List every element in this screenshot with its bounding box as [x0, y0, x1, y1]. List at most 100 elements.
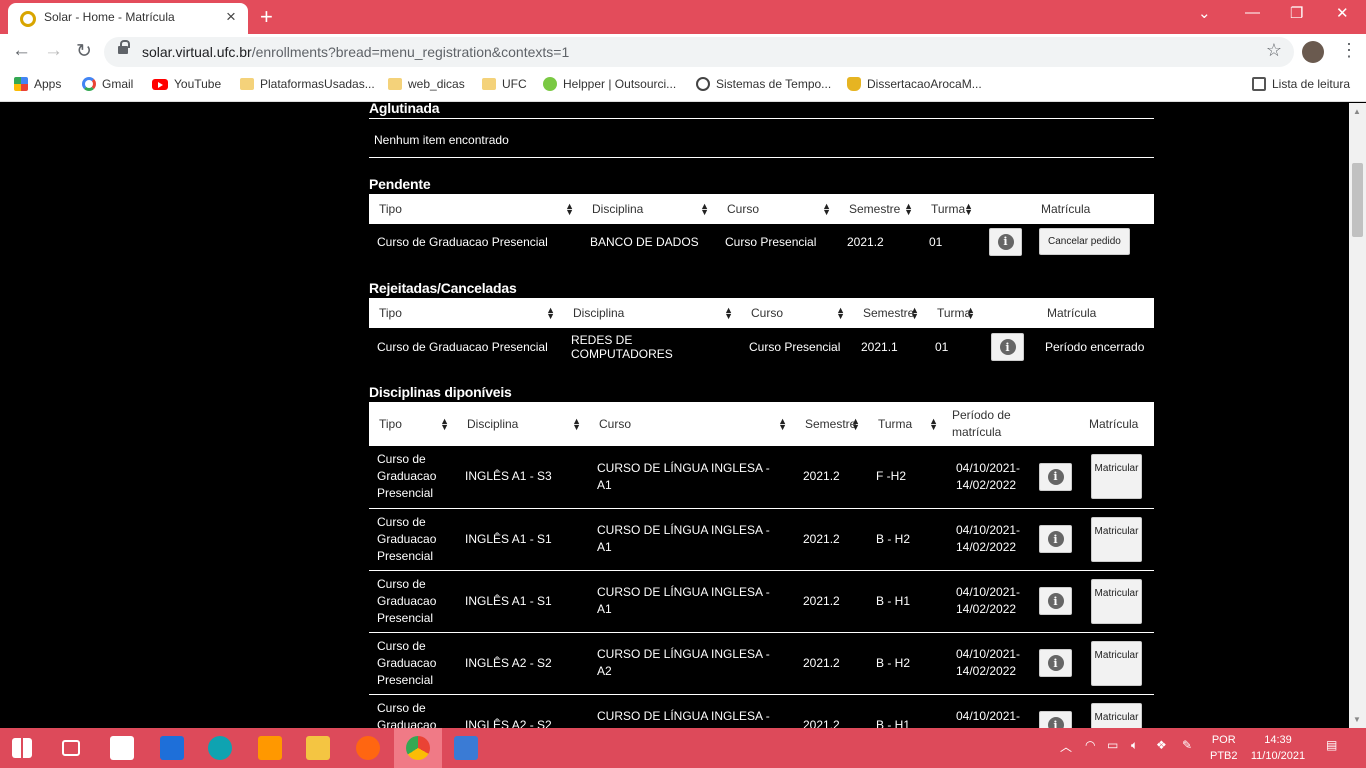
cancel-request-button[interactable]: Cancelar pedido: [1039, 228, 1130, 255]
info-button[interactable]: i: [1039, 649, 1072, 677]
sort-icon[interactable]: ▲ ▼: [904, 202, 913, 217]
bookmark-apps[interactable]: Apps: [14, 77, 61, 91]
browser-tab[interactable]: Solar - Home - Matrícula ×: [8, 3, 248, 34]
info-button[interactable]: i: [1039, 525, 1072, 553]
dropbox-icon[interactable]: ❖: [1156, 738, 1167, 752]
col-header-curso[interactable]: Curso ▲ ▼: [717, 194, 839, 224]
cell-curso: CURSO DE LÍNGUA INGLESA - A1: [597, 460, 770, 492]
table-header-row: Tipo ▲ ▼ Disciplina ▲ ▼ Curso ▲ ▼ Semestre ▲ ▼ T…: [369, 298, 1154, 328]
firefox-icon[interactable]: [356, 736, 380, 760]
table-row: Curso de Graduacao Presencial INGLÊS A1 -…: [369, 446, 1154, 508]
address-bar[interactable]: solar.virtual.ufc.br/enrollments?bread=m…: [104, 37, 1294, 67]
restore-icon[interactable]: ❐: [1290, 4, 1303, 22]
back-icon[interactable]: ←: [12, 40, 31, 62]
sublime-icon[interactable]: [258, 736, 282, 760]
info-button[interactable]: i: [1039, 462, 1072, 491]
col-header-semestre[interactable]: Semestre ▲ ▼: [853, 298, 927, 328]
sort-icon[interactable]: ▲ ▼: [851, 417, 860, 432]
notifications-icon[interactable]: ▤: [1326, 738, 1337, 752]
col-header-turma[interactable]: Turma ▲ ▼: [921, 194, 981, 224]
tab-search-icon[interactable]: ⌄: [1198, 4, 1211, 22]
col-header-semestre[interactable]: Semestre ▲ ▼: [839, 194, 921, 224]
bookmark-web-dicas[interactable]: web_dicas: [388, 77, 465, 91]
mail-icon[interactable]: [160, 736, 184, 760]
battery-icon[interactable]: ▭: [1107, 738, 1118, 752]
scroll-thumb[interactable]: [1352, 163, 1363, 237]
forward-icon[interactable]: →: [44, 40, 63, 62]
bookmark-dissertacao[interactable]: DissertacaoArocaM...: [847, 77, 982, 91]
bookmark-gmail[interactable]: Gmail: [82, 77, 133, 91]
new-tab-icon[interactable]: +: [260, 4, 273, 30]
sort-icon[interactable]: ▲ ▼: [836, 306, 845, 321]
apps-grid-icon: [14, 77, 28, 91]
sort-icon[interactable]: ▲ ▼: [822, 202, 831, 217]
network-icon[interactable]: ◠: [1085, 738, 1095, 752]
col-header-tipo[interactable]: Tipo ▲ ▼: [369, 298, 563, 328]
sort-icon[interactable]: ▲ ▼: [929, 417, 938, 432]
sort-icon[interactable]: ▲ ▼: [546, 306, 555, 321]
scroll-up-icon[interactable]: ▲: [1353, 107, 1361, 116]
url-text[interactable]: solar.virtual.ufc.br/enrollments?bread=m…: [142, 44, 569, 60]
minimize-icon[interactable]: —: [1245, 4, 1260, 21]
scroll-down-icon[interactable]: ▼: [1353, 715, 1361, 724]
profile-avatar[interactable]: [1302, 41, 1324, 63]
bookmark-star-icon[interactable]: ☆: [1266, 40, 1282, 61]
col-header-disciplina[interactable]: Disciplina ▲ ▼: [563, 298, 741, 328]
col-header-curso[interactable]: Curso ▲ ▼: [741, 298, 853, 328]
clock[interactable]: 14:39 11/10/2021: [1248, 732, 1308, 764]
volume-icon[interactable]: 🔈︎: [1131, 738, 1138, 753]
info-icon: i: [1047, 468, 1064, 485]
enroll-button[interactable]: Matricular: [1091, 454, 1142, 500]
info-button[interactable]: i: [1039, 587, 1072, 615]
col-header-disciplina[interactable]: Disciplina ▲ ▼: [582, 194, 717, 224]
menu-dots-icon[interactable]: ⋮: [1340, 40, 1358, 61]
bookmark-ufc[interactable]: UFC: [482, 77, 527, 91]
col-header-turma[interactable]: Turma ▲ ▼: [868, 402, 946, 446]
empty-message: Nenhum item encontrado: [374, 133, 509, 147]
windows-start-icon[interactable]: [12, 738, 32, 758]
info-button[interactable]: i: [991, 333, 1024, 361]
info-button[interactable]: i: [989, 227, 1022, 256]
col-header-semestre[interactable]: Semestre ▲ ▼: [795, 402, 868, 446]
sort-icon[interactable]: ▲ ▼: [440, 417, 449, 432]
col-header-disciplina[interactable]: Disciplina ▲ ▼: [457, 402, 589, 446]
sort-icon[interactable]: ▲ ▼: [572, 417, 581, 432]
col-header-turma[interactable]: Turma ▲ ▼: [927, 298, 983, 328]
reading-list[interactable]: Lista de leitura: [1252, 77, 1350, 91]
file-explorer-icon[interactable]: [306, 736, 330, 760]
col-header-curso[interactable]: Curso ▲ ▼: [589, 402, 795, 446]
enroll-button[interactable]: Matricular: [1091, 702, 1142, 728]
info-button[interactable]: i: [1039, 711, 1072, 728]
pen-icon[interactable]: ✎: [1182, 738, 1192, 752]
close-tab-icon[interactable]: ×: [226, 7, 236, 27]
bookmark-sistemas[interactable]: Sistemas de Tempo...: [696, 77, 831, 91]
bookmark-plataformas[interactable]: PlataformasUsadas...: [240, 77, 375, 91]
page-scrollbar[interactable]: ▲ ▼: [1349, 103, 1366, 728]
cell-curso: CURSO DE LÍNGUA INGLESA - A1: [597, 585, 770, 616]
col-header-tipo[interactable]: Tipo ▲ ▼: [369, 194, 582, 224]
reload-icon[interactable]: ↻: [76, 40, 92, 63]
window-close-icon[interactable]: ✕: [1336, 4, 1349, 22]
edge-icon[interactable]: [208, 736, 232, 760]
bookmark-youtube[interactable]: YouTube: [152, 77, 221, 91]
sort-icon[interactable]: ▲ ▼: [966, 306, 975, 321]
chrome-icon[interactable]: [406, 736, 430, 760]
photos-icon[interactable]: [454, 736, 478, 760]
sort-icon[interactable]: ▲ ▼: [778, 417, 787, 432]
enroll-button[interactable]: Matricular: [1091, 516, 1142, 562]
enroll-button[interactable]: Matricular: [1091, 640, 1142, 686]
chevron-up-icon[interactable]: ︿: [1060, 738, 1072, 755]
store-icon[interactable]: [110, 736, 134, 760]
page-content: Aglutinada Nenhum item encontrado Penden…: [0, 103, 1366, 728]
sort-icon[interactable]: ▲ ▼: [910, 306, 919, 321]
language-indicator[interactable]: POR PTB2: [1210, 732, 1238, 764]
lock-icon[interactable]: [118, 40, 130, 56]
sort-icon[interactable]: ▲ ▼: [964, 202, 973, 217]
bookmark-helpper[interactable]: Helpper | Outsourci...: [543, 77, 676, 91]
sort-icon[interactable]: ▲ ▼: [565, 202, 574, 217]
task-view-icon[interactable]: [62, 740, 80, 756]
enroll-button[interactable]: Matricular: [1091, 578, 1142, 624]
sort-icon[interactable]: ▲ ▼: [724, 306, 733, 321]
col-header-tipo[interactable]: Tipo ▲ ▼: [369, 402, 457, 446]
sort-icon[interactable]: ▲ ▼: [700, 202, 709, 217]
